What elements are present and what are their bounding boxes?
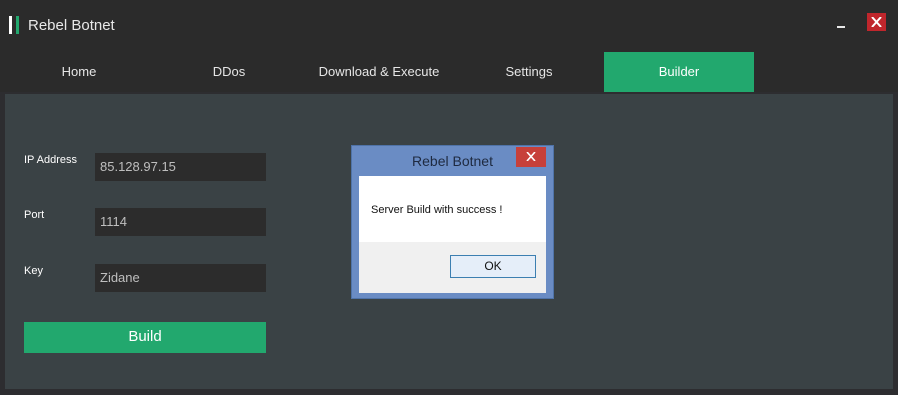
- ok-button[interactable]: OK: [450, 255, 536, 278]
- tab-builder[interactable]: Builder: [604, 52, 754, 92]
- app-title: Rebel Botnet: [28, 17, 115, 34]
- tab-bar: Home DDos Download & Execute Settings Bu…: [0, 52, 898, 92]
- minimize-icon: [837, 26, 845, 28]
- ip-address-input[interactable]: 85.128.97.15: [95, 153, 266, 181]
- close-icon: [526, 152, 536, 161]
- port-input[interactable]: 1114: [95, 208, 266, 236]
- minimize-button[interactable]: [834, 14, 850, 30]
- dialog-footer: OK: [359, 242, 546, 293]
- key-input[interactable]: Zidane: [95, 264, 266, 292]
- ip-address-label: IP Address: [24, 154, 77, 166]
- tab-download-execute[interactable]: Download & Execute: [304, 52, 454, 92]
- close-icon: [871, 17, 882, 27]
- dialog-message: Server Build with success !: [371, 204, 503, 216]
- port-label: Port: [24, 209, 45, 221]
- key-label: Key: [24, 265, 43, 277]
- app-logo-icon: [9, 16, 21, 34]
- tab-home[interactable]: Home: [4, 52, 154, 92]
- close-button[interactable]: [867, 13, 886, 31]
- message-dialog: Rebel Botnet Server Build with success !…: [351, 145, 554, 299]
- title-bar: Rebel Botnet: [0, 0, 898, 52]
- build-button[interactable]: Build: [24, 322, 266, 353]
- tab-ddos[interactable]: DDos: [154, 52, 304, 92]
- dialog-close-button[interactable]: [516, 147, 546, 167]
- dialog-body: Server Build with success !: [359, 176, 546, 242]
- tab-settings[interactable]: Settings: [454, 52, 604, 92]
